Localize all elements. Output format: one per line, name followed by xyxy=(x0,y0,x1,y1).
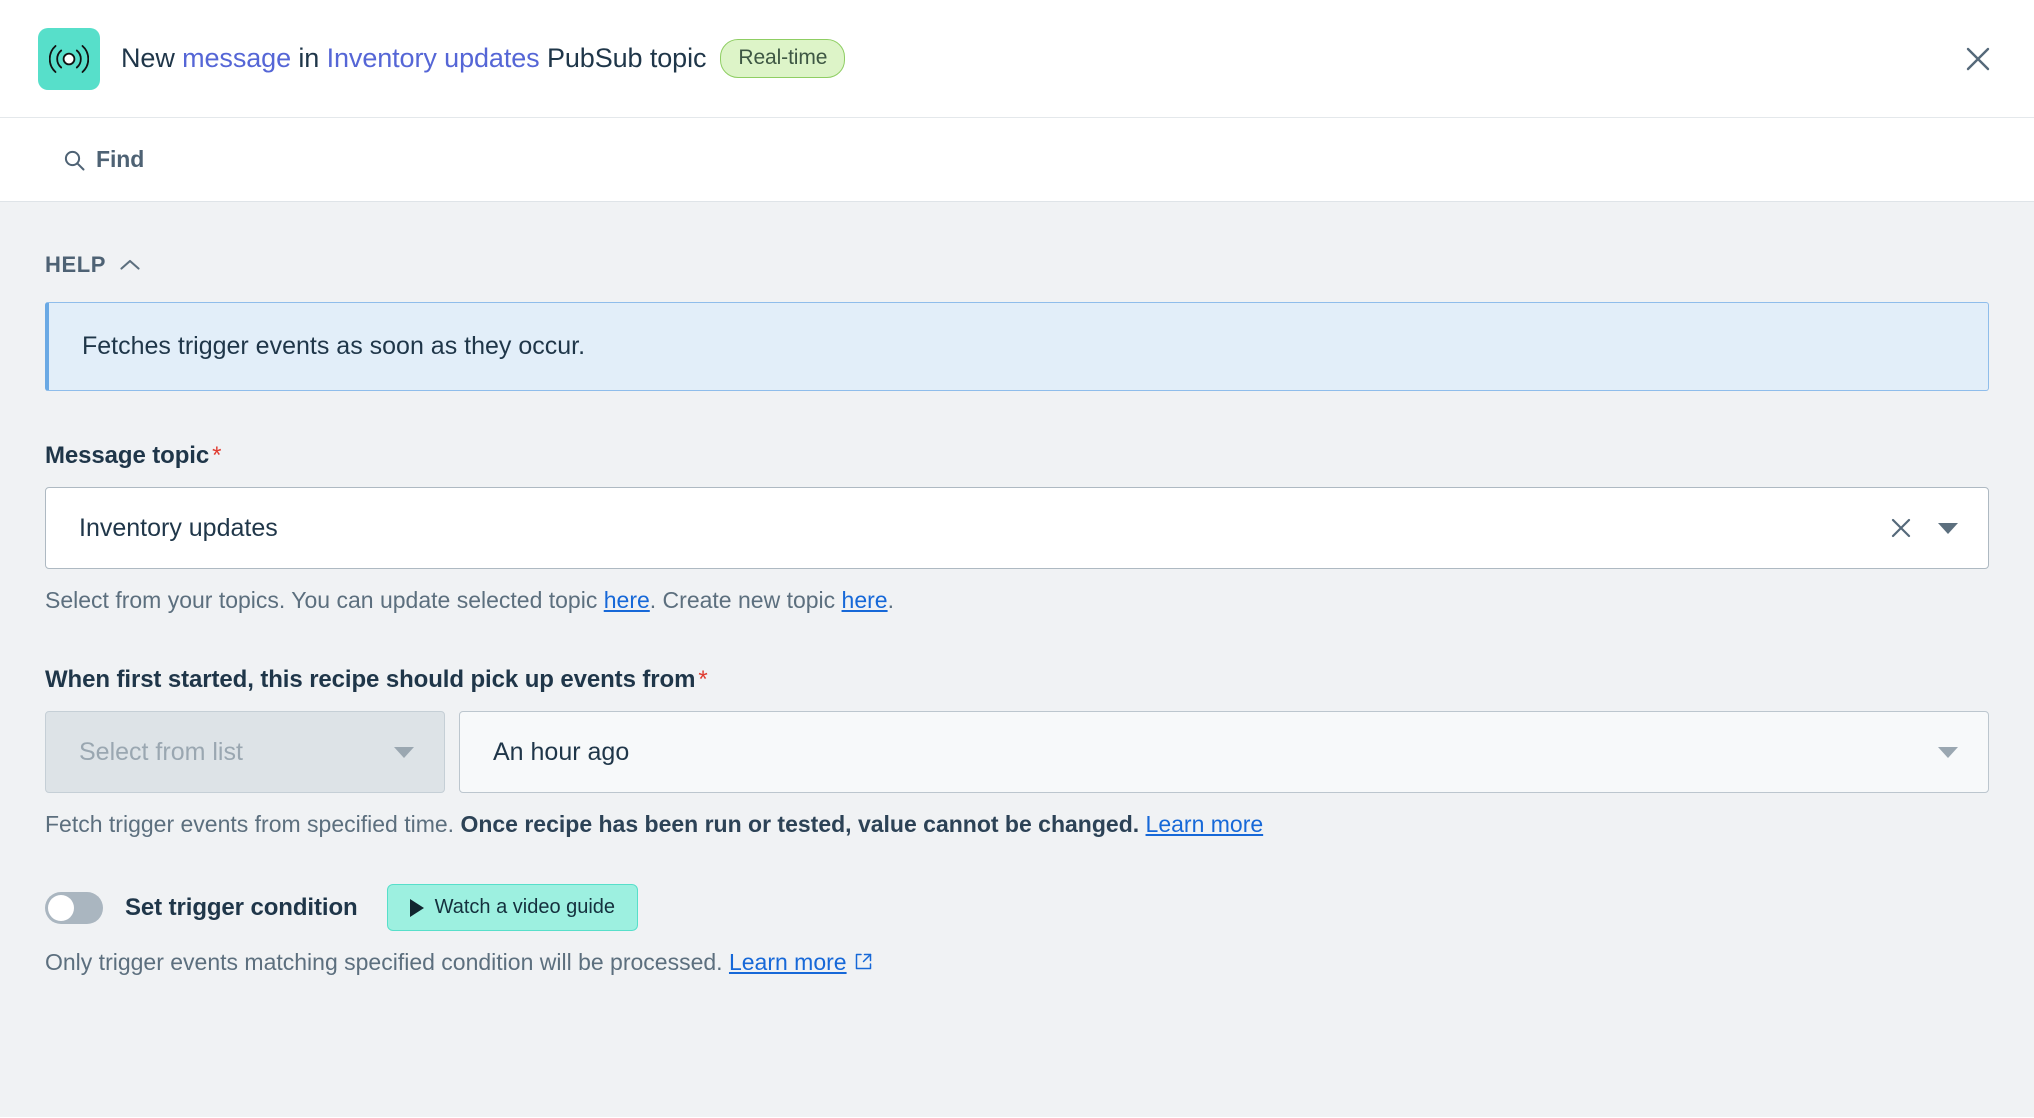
learn-more-link[interactable]: Learn more xyxy=(1146,811,1264,837)
watch-video-guide-label: Watch a video guide xyxy=(434,896,616,918)
chevron-up-icon xyxy=(120,259,140,270)
pick-up-events-field-group: When first started, this recipe should p… xyxy=(45,666,1989,838)
learn-more-link[interactable]: Learn more xyxy=(729,949,847,975)
page-title: New message in Inventory updates PubSub … xyxy=(121,39,846,78)
search-icon xyxy=(64,150,85,170)
message-topic-select[interactable]: Inventory updates xyxy=(45,487,1989,569)
hint-text-1: Only trigger events matching specified c… xyxy=(45,949,729,975)
clear-message-topic-button[interactable] xyxy=(1880,507,1922,549)
title-suffix: PubSub topic xyxy=(539,43,707,73)
find-label: Find xyxy=(96,146,145,172)
help-info-text: Fetches trigger events as soon as they o… xyxy=(82,332,586,360)
message-topic-field-group: Message topic * Inventory updates Select … xyxy=(45,442,1989,614)
title-object: message xyxy=(182,43,291,73)
pick-up-events-time-value: An hour ago xyxy=(493,737,630,766)
title-topic: Inventory updates xyxy=(326,43,540,73)
help-info-box: Fetches trigger events as soon as they o… xyxy=(45,302,1989,391)
pick-up-events-label: When first started, this recipe should p… xyxy=(45,666,1989,694)
message-topic-hint: Select from your topics. You can update … xyxy=(45,587,1989,614)
pick-up-events-time-select[interactable]: An hour ago xyxy=(459,711,1989,793)
trigger-condition-row: Set trigger condition Watch a video guid… xyxy=(45,884,1989,931)
close-icon xyxy=(1966,47,1990,70)
message-topic-value: Inventory updates xyxy=(79,513,278,542)
pick-up-events-mode-placeholder: Select from list xyxy=(79,737,243,766)
dialog-header: New message in Inventory updates PubSub … xyxy=(0,0,2034,118)
trigger-config-panel: HELP Fetches trigger events as soon as t… xyxy=(0,202,2034,1117)
hint-text-2: . Create new topic xyxy=(649,587,842,613)
hint-text-1: Select from your topics. You can update … xyxy=(45,587,604,613)
hint-text-bold: Once recipe has been run or tested, valu… xyxy=(460,811,1140,837)
create-topic-link[interactable]: here xyxy=(842,587,888,613)
required-asterisk: * xyxy=(212,442,222,469)
watch-video-guide-button[interactable]: Watch a video guide xyxy=(386,884,639,931)
status-badge: Real-time xyxy=(720,39,846,78)
update-topic-link[interactable]: here xyxy=(604,587,650,613)
required-asterisk: * xyxy=(698,666,708,693)
external-link-icon xyxy=(855,953,871,970)
help-section-toggle[interactable]: HELP xyxy=(45,252,141,278)
trigger-condition-hint: Only trigger events matching specified c… xyxy=(45,949,1989,976)
message-topic-label: Message topic * xyxy=(45,442,1989,470)
hint-text-1: Fetch trigger events from specified time… xyxy=(45,811,461,837)
help-section-title: HELP xyxy=(45,252,107,277)
close-button[interactable] xyxy=(1956,37,2000,81)
pick-up-events-mode-select[interactable]: Select from list xyxy=(45,711,445,793)
close-icon xyxy=(1891,518,1911,538)
find-button[interactable]: Find xyxy=(62,146,144,173)
set-trigger-condition-toggle[interactable] xyxy=(45,891,103,924)
message-topic-label-text: Message topic xyxy=(45,442,210,469)
caret-down-icon[interactable] xyxy=(1938,522,1958,534)
title-mid: in xyxy=(290,43,327,73)
pick-up-events-hint: Fetch trigger events from specified time… xyxy=(45,811,1989,838)
hint-text-3: . xyxy=(887,587,894,613)
find-bar: Find xyxy=(0,118,2034,202)
pick-up-events-label-text: When first started, this recipe should p… xyxy=(45,666,696,693)
set-trigger-condition-label: Set trigger condition xyxy=(125,893,358,921)
pick-up-events-controls: Select from list An hour ago xyxy=(45,711,1989,793)
caret-down-icon[interactable] xyxy=(394,746,414,758)
caret-down-icon[interactable] xyxy=(1938,746,1958,758)
trigger-condition-group: Set trigger condition Watch a video guid… xyxy=(45,884,1989,976)
broadcast-signal-icon xyxy=(38,27,100,90)
title-prefix: New xyxy=(121,43,183,73)
play-icon xyxy=(409,898,424,917)
